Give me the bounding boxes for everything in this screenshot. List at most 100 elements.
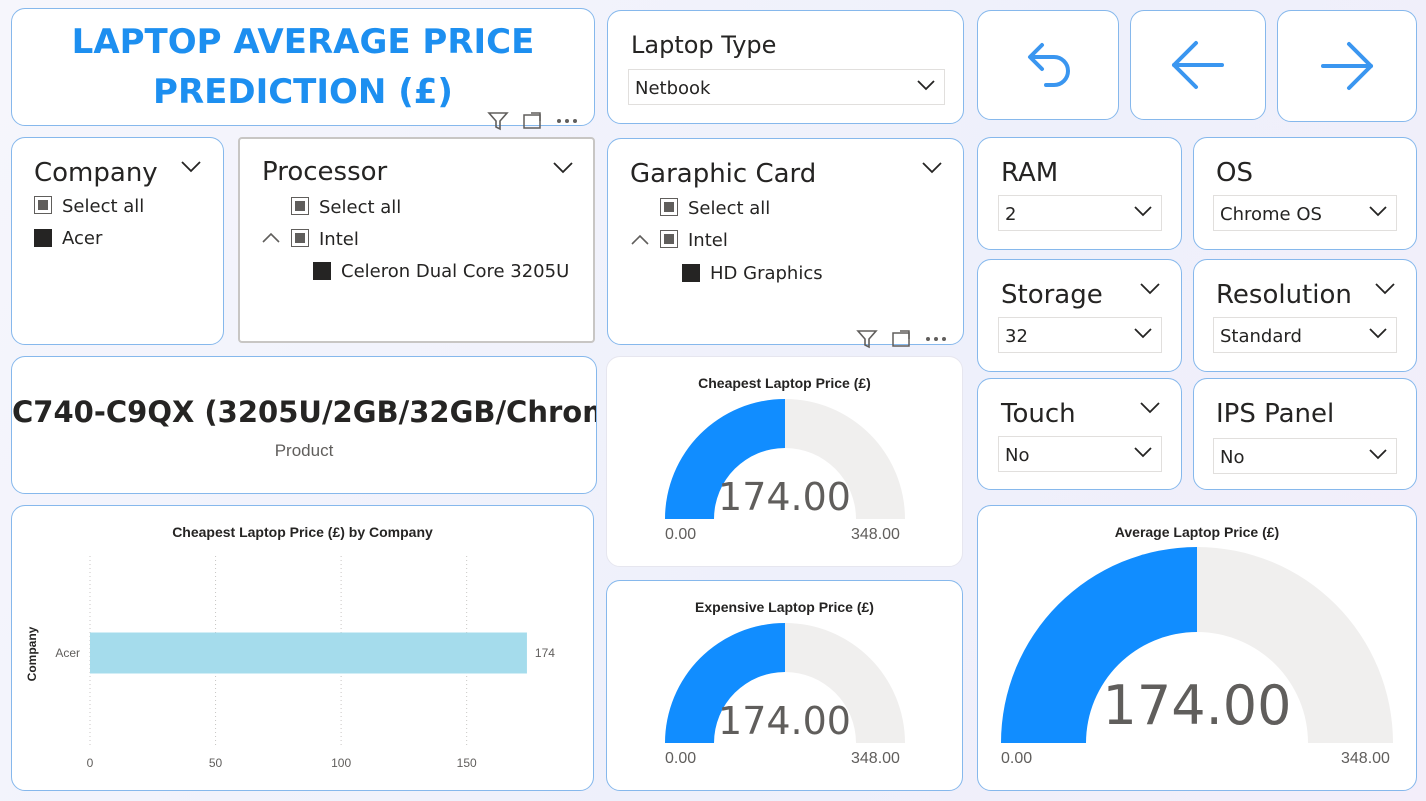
processor-slicer: Processor Select all Intel Celeron Dual …: [238, 137, 595, 343]
product-label: Product: [274, 441, 334, 460]
hd-graphics-option[interactable]: HD Graphics: [710, 263, 823, 284]
select-all-checkbox[interactable]: [34, 196, 52, 214]
product-name: C740-C9QX (3205U/2GB/32GB/Chrome: [12, 395, 596, 429]
resolution-slicer: Resolution Standard: [1193, 259, 1417, 372]
ips-panel-slicer: IPS Panel No: [1193, 378, 1417, 490]
bar-chart: 0 50 100 150 Company Acer 174: [25, 556, 555, 770]
back-reset-button[interactable]: [977, 10, 1119, 120]
chevron-down-icon: [1369, 328, 1387, 339]
average-price-gauge: Average Laptop Price (£) 174.00 0.00 348…: [977, 505, 1417, 791]
resolution-dropdown[interactable]: Standard: [1213, 317, 1397, 353]
x-tick-label: 50: [209, 756, 223, 770]
os-label: OS: [1216, 158, 1253, 188]
chevron-down-icon: [917, 80, 935, 91]
gauge-max: 348.00: [1341, 750, 1390, 767]
previous-page-button[interactable]: [1130, 10, 1266, 120]
ips-panel-dropdown[interactable]: No: [1213, 438, 1397, 474]
chevron-down-icon[interactable]: [1139, 401, 1161, 415]
laptop-type-dropdown[interactable]: Netbook: [628, 69, 945, 105]
report-title-card: LAPTOP AVERAGE PRICE PREDICTION (£): [11, 8, 595, 126]
select-all-option[interactable]: Select all: [62, 196, 144, 217]
bar-chart-card: Cheapest Laptop Price (£) by Company 0 50…: [11, 505, 594, 791]
bar: [90, 632, 527, 674]
more-options-icon[interactable]: [555, 110, 579, 132]
select-all-checkbox[interactable]: [660, 198, 678, 216]
x-tick-label: 150: [457, 756, 477, 770]
resolution-label: Resolution: [1216, 280, 1352, 310]
ram-dropdown[interactable]: 2: [998, 195, 1162, 231]
gauge-max: 348.00: [851, 526, 900, 543]
more-options-icon[interactable]: [924, 328, 948, 350]
laptop-type-value: Netbook: [635, 78, 711, 99]
cheapest-price-gauge: Cheapest Laptop Price (£) 174.00 0.00 34…: [606, 356, 963, 567]
acer-checkbox[interactable]: [34, 229, 52, 247]
touch-slicer: Touch No: [977, 378, 1182, 490]
gauge-max: 348.00: [851, 750, 900, 767]
processor-label: Processor: [262, 157, 388, 187]
intel-checkbox[interactable]: [660, 230, 678, 248]
select-all-option[interactable]: Select all: [688, 198, 770, 219]
ram-label: RAM: [1001, 158, 1059, 188]
focus-mode-icon[interactable]: [890, 328, 912, 350]
resolution-value: Standard: [1220, 326, 1302, 347]
chevron-down-icon: [1369, 206, 1387, 217]
select-all-checkbox[interactable]: [291, 197, 309, 215]
chevron-down-icon: [1134, 206, 1152, 217]
acer-option[interactable]: Acer: [62, 228, 102, 249]
gauge-value: 174.00: [1102, 674, 1292, 737]
arrow-left-icon: [1172, 41, 1224, 89]
gauge-arc: [665, 399, 905, 519]
undo-icon: [1028, 43, 1070, 87]
expensive-price-gauge: Expensive Laptop Price (£) 174.00 0.00 3…: [606, 580, 963, 791]
os-slicer: OS Chrome OS: [1193, 137, 1417, 250]
chevron-down-icon[interactable]: [180, 160, 202, 174]
gauge-min: 0.00: [665, 526, 697, 543]
company-slicer: Company Select all Acer: [11, 137, 224, 345]
intel-option[interactable]: Intel: [688, 230, 728, 251]
intel-option[interactable]: Intel: [319, 229, 359, 250]
storage-value: 32: [1005, 326, 1028, 347]
collapse-icon[interactable]: [261, 232, 281, 244]
storage-dropdown[interactable]: 32: [998, 317, 1162, 353]
chevron-down-icon[interactable]: [1374, 282, 1396, 296]
product-card: C740-C9QX (3205U/2GB/32GB/Chrome Product: [11, 356, 597, 494]
storage-slicer: Storage 32: [977, 259, 1182, 372]
chevron-down-icon[interactable]: [921, 161, 943, 175]
next-page-button[interactable]: [1277, 10, 1417, 122]
intel-checkbox[interactable]: [291, 229, 309, 247]
filter-icon[interactable]: [487, 110, 509, 132]
ram-slicer: RAM 2: [977, 137, 1182, 250]
gauge-arc: [665, 623, 905, 743]
focus-mode-icon[interactable]: [521, 110, 543, 132]
celeron-checkbox[interactable]: [313, 262, 331, 280]
hd-graphics-checkbox[interactable]: [682, 264, 700, 282]
gauge-min: 0.00: [665, 750, 697, 767]
company-label: Company: [34, 158, 158, 188]
filter-icon[interactable]: [856, 328, 878, 350]
ips-panel-label: IPS Panel: [1216, 399, 1335, 429]
graphic-card-slicer: Garaphic Card Select all Intel HD Graphi…: [607, 138, 964, 345]
collapse-icon[interactable]: [630, 234, 650, 246]
x-tick-label: 100: [331, 756, 351, 770]
laptop-type-label: Laptop Type: [631, 31, 777, 59]
chevron-down-icon[interactable]: [552, 161, 574, 175]
celeron-option[interactable]: Celeron Dual Core 3205U: [341, 261, 569, 282]
touch-value: No: [1005, 445, 1030, 466]
graphic-card-label: Garaphic Card: [630, 159, 817, 189]
gauge-min: 0.00: [1001, 750, 1033, 767]
gauge-value: 174.00: [718, 699, 851, 743]
chevron-down-icon: [1134, 328, 1152, 339]
visual-header: [487, 110, 579, 132]
y-category-label: Acer: [55, 646, 80, 660]
os-dropdown[interactable]: Chrome OS: [1213, 195, 1397, 231]
ips-panel-value: No: [1220, 447, 1245, 468]
chevron-down-icon[interactable]: [1139, 282, 1161, 296]
select-all-option[interactable]: Select all: [319, 197, 401, 218]
touch-label: Touch: [1001, 399, 1076, 429]
report-title: LAPTOP AVERAGE PRICE PREDICTION (£): [71, 22, 535, 112]
storage-label: Storage: [1001, 280, 1103, 310]
touch-dropdown[interactable]: No: [998, 436, 1162, 472]
data-label: 174: [535, 646, 555, 660]
laptop-type-slicer: Laptop Type Netbook: [607, 10, 964, 124]
gauge-value: 174.00: [718, 475, 851, 519]
